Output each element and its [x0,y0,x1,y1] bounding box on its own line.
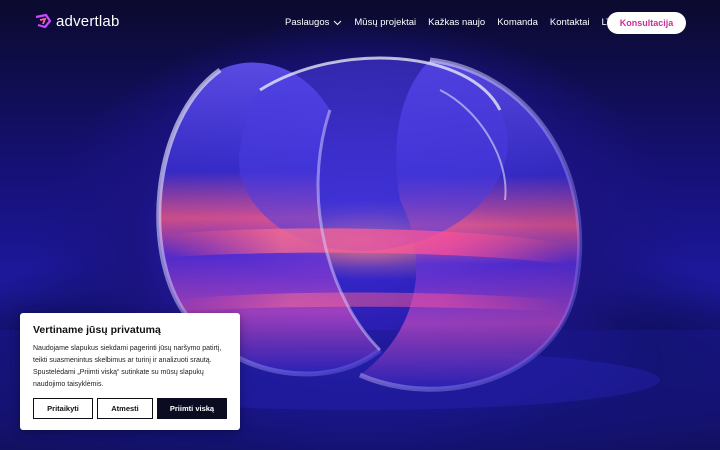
accept-all-cookies-button[interactable]: Priimti viską [157,398,227,419]
logo[interactable]: advertlab [34,12,120,30]
nav-item-label: Komanda [497,17,538,28]
chevron-down-icon [334,20,342,25]
nav-item-label: Mūsų projektai [354,17,417,28]
nav-item-paslaugos[interactable]: Paslaugos [285,17,342,28]
advertlab-logo-icon [35,13,52,29]
cookie-consent-dialog: Vertiname jūsų privatumą Naudojame slapu… [20,313,240,430]
nav-item-musu-projektai[interactable]: Mūsų projektai [354,17,416,28]
logo-text: advertlab [56,12,120,30]
cookie-buttons: Pritaikyti Atmesti Priimti viską [33,398,227,419]
customize-cookies-button[interactable]: Pritaikyti [33,398,93,419]
nav-item-kazkas-naujo[interactable]: Kažkas naujo [428,17,485,28]
cookie-text: Naudojame slapukus siekdami pagerinti jū… [33,345,222,388]
nav-item-kontaktai[interactable]: Kontaktai [550,17,590,28]
site-header: advertlab Paslaugos Mūsų projektai Kažka… [0,0,720,46]
cookie-title: Vertiname jūsų privatumą [33,324,161,336]
nav-item-label: Paslaugos [285,17,330,28]
reject-cookies-button[interactable]: Atmesti [97,398,153,419]
main-nav: Paslaugos Mūsų projektai Kažkas naujo Ko… [285,17,625,28]
nav-item-label: Kažkas naujo [428,17,486,28]
consultation-button[interactable]: Konsultacija [607,12,686,34]
nav-item-komanda[interactable]: Komanda [497,17,538,28]
nav-item-label: Kontaktai [549,17,590,28]
